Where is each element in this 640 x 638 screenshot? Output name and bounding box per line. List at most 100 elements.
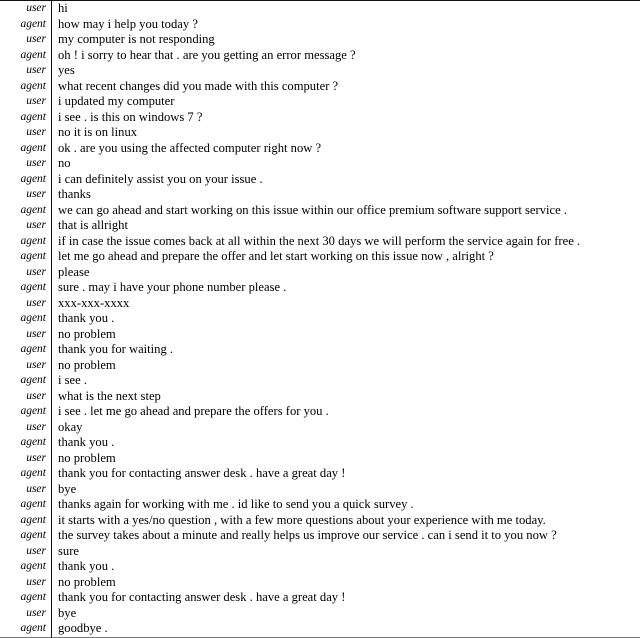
- transcript-row: agenti see . is this on windows 7 ?: [0, 110, 640, 126]
- speaker-label: user: [0, 187, 52, 203]
- transcript-row: agentsure . may i have your phone number…: [0, 280, 640, 296]
- speaker-label: user: [0, 575, 52, 591]
- transcript-row: userhi: [0, 1, 640, 17]
- transcript-row: userbye: [0, 606, 640, 622]
- utterance-text: sure: [52, 544, 640, 560]
- utterance-text: okay: [52, 420, 640, 436]
- utterance-text: thank you .: [52, 559, 640, 575]
- utterance-text: bye: [52, 606, 640, 622]
- transcript-row: userno it is on linux: [0, 125, 640, 141]
- transcript-row: userwhat is the next step: [0, 389, 640, 405]
- transcript-row: agentlet me go ahead and prepare the off…: [0, 249, 640, 265]
- speaker-label: agent: [0, 141, 52, 157]
- utterance-text: goodbye .: [52, 621, 640, 637]
- speaker-label: user: [0, 296, 52, 312]
- speaker-label: agent: [0, 110, 52, 126]
- speaker-label: user: [0, 1, 52, 17]
- speaker-label: agent: [0, 249, 52, 265]
- speaker-label: user: [0, 451, 52, 467]
- speaker-label: user: [0, 482, 52, 498]
- speaker-label: agent: [0, 435, 52, 451]
- utterance-text: no problem: [52, 451, 640, 467]
- utterance-text: hi: [52, 1, 640, 17]
- transcript-row: agentif in case the issue comes back at …: [0, 234, 640, 250]
- transcript-row: agenti see . let me go ahead and prepare…: [0, 404, 640, 420]
- speaker-label: agent: [0, 311, 52, 327]
- utterance-text: no it is on linux: [52, 125, 640, 141]
- transcript-row: agentthe survey takes about a minute and…: [0, 528, 640, 544]
- transcript-row: userno problem: [0, 327, 640, 343]
- speaker-label: agent: [0, 497, 52, 513]
- utterance-text: thank you .: [52, 435, 640, 451]
- utterance-text: it starts with a yes/no question , with …: [52, 513, 640, 529]
- utterance-text: no problem: [52, 358, 640, 374]
- utterance-text: ok . are you using the affected computer…: [52, 141, 640, 157]
- utterance-text: we can go ahead and start working on thi…: [52, 203, 640, 219]
- utterance-text: what is the next step: [52, 389, 640, 405]
- utterance-text: the survey takes about a minute and real…: [52, 528, 640, 544]
- transcript-row: userxxx-xxx-xxxx: [0, 296, 640, 312]
- utterance-text: i can definitely assist you on your issu…: [52, 172, 640, 188]
- speaker-label: user: [0, 125, 52, 141]
- transcript-row: usersure: [0, 544, 640, 560]
- utterance-text: i see . let me go ahead and prepare the …: [52, 404, 640, 420]
- transcript-row: agentok . are you using the affected com…: [0, 141, 640, 157]
- transcript-row: agentthank you .: [0, 435, 640, 451]
- utterance-text: thank you for contacting answer desk . h…: [52, 590, 640, 606]
- speaker-label: agent: [0, 513, 52, 529]
- speaker-label: user: [0, 156, 52, 172]
- utterance-text: please: [52, 265, 640, 281]
- utterance-text: i see .: [52, 373, 640, 389]
- utterance-text: how may i help you today ?: [52, 17, 640, 33]
- speaker-label: user: [0, 544, 52, 560]
- utterance-text: oh ! i sorry to hear that . are you gett…: [52, 48, 640, 64]
- transcript-row: agenthow may i help you today ?: [0, 17, 640, 33]
- utterance-text: thank you for waiting .: [52, 342, 640, 358]
- speaker-label: user: [0, 265, 52, 281]
- speaker-label: agent: [0, 404, 52, 420]
- transcript-row: agentthank you for contacting answer des…: [0, 466, 640, 482]
- transcript-row: agentthanks again for working with me . …: [0, 497, 640, 513]
- speaker-label: agent: [0, 48, 52, 64]
- transcript-row: userplease: [0, 265, 640, 281]
- speaker-label: user: [0, 327, 52, 343]
- speaker-label: agent: [0, 172, 52, 188]
- transcript-row: userokay: [0, 420, 640, 436]
- utterance-text: sure . may i have your phone number plea…: [52, 280, 640, 296]
- speaker-label: user: [0, 94, 52, 110]
- speaker-label: agent: [0, 342, 52, 358]
- utterance-text: thanks: [52, 187, 640, 203]
- speaker-label: agent: [0, 590, 52, 606]
- speaker-label: agent: [0, 17, 52, 33]
- transcript-row: agentthank you .: [0, 311, 640, 327]
- utterance-text: what recent changes did you made with th…: [52, 79, 640, 95]
- utterance-text: i see . is this on windows 7 ?: [52, 110, 640, 126]
- speaker-label: agent: [0, 373, 52, 389]
- speaker-label: user: [0, 63, 52, 79]
- transcript-row: userno: [0, 156, 640, 172]
- transcript-row: userthat is allright: [0, 218, 640, 234]
- utterance-text: no: [52, 156, 640, 172]
- utterance-text: if in case the issue comes back at all w…: [52, 234, 640, 250]
- transcript-row: agentwhat recent changes did you made wi…: [0, 79, 640, 95]
- utterance-text: thank you .: [52, 311, 640, 327]
- speaker-label: agent: [0, 280, 52, 296]
- transcript-row: agenti see .: [0, 373, 640, 389]
- transcript-row: userno problem: [0, 575, 640, 591]
- speaker-label: agent: [0, 79, 52, 95]
- transcript-row: agentthank you for contacting answer des…: [0, 590, 640, 606]
- speaker-label: user: [0, 389, 52, 405]
- transcript-row: useri updated my computer: [0, 94, 640, 110]
- speaker-label: agent: [0, 466, 52, 482]
- speaker-label: user: [0, 606, 52, 622]
- transcript-row: agenti can definitely assist you on your…: [0, 172, 640, 188]
- speaker-label: user: [0, 32, 52, 48]
- utterance-text: xxx-xxx-xxxx: [52, 296, 640, 312]
- utterance-text: i updated my computer: [52, 94, 640, 110]
- transcript-row: userno problem: [0, 358, 640, 374]
- speaker-label: user: [0, 358, 52, 374]
- transcript-row: useryes: [0, 63, 640, 79]
- speaker-label: user: [0, 420, 52, 436]
- utterance-text: let me go ahead and prepare the offer an…: [52, 249, 640, 265]
- speaker-label: agent: [0, 234, 52, 250]
